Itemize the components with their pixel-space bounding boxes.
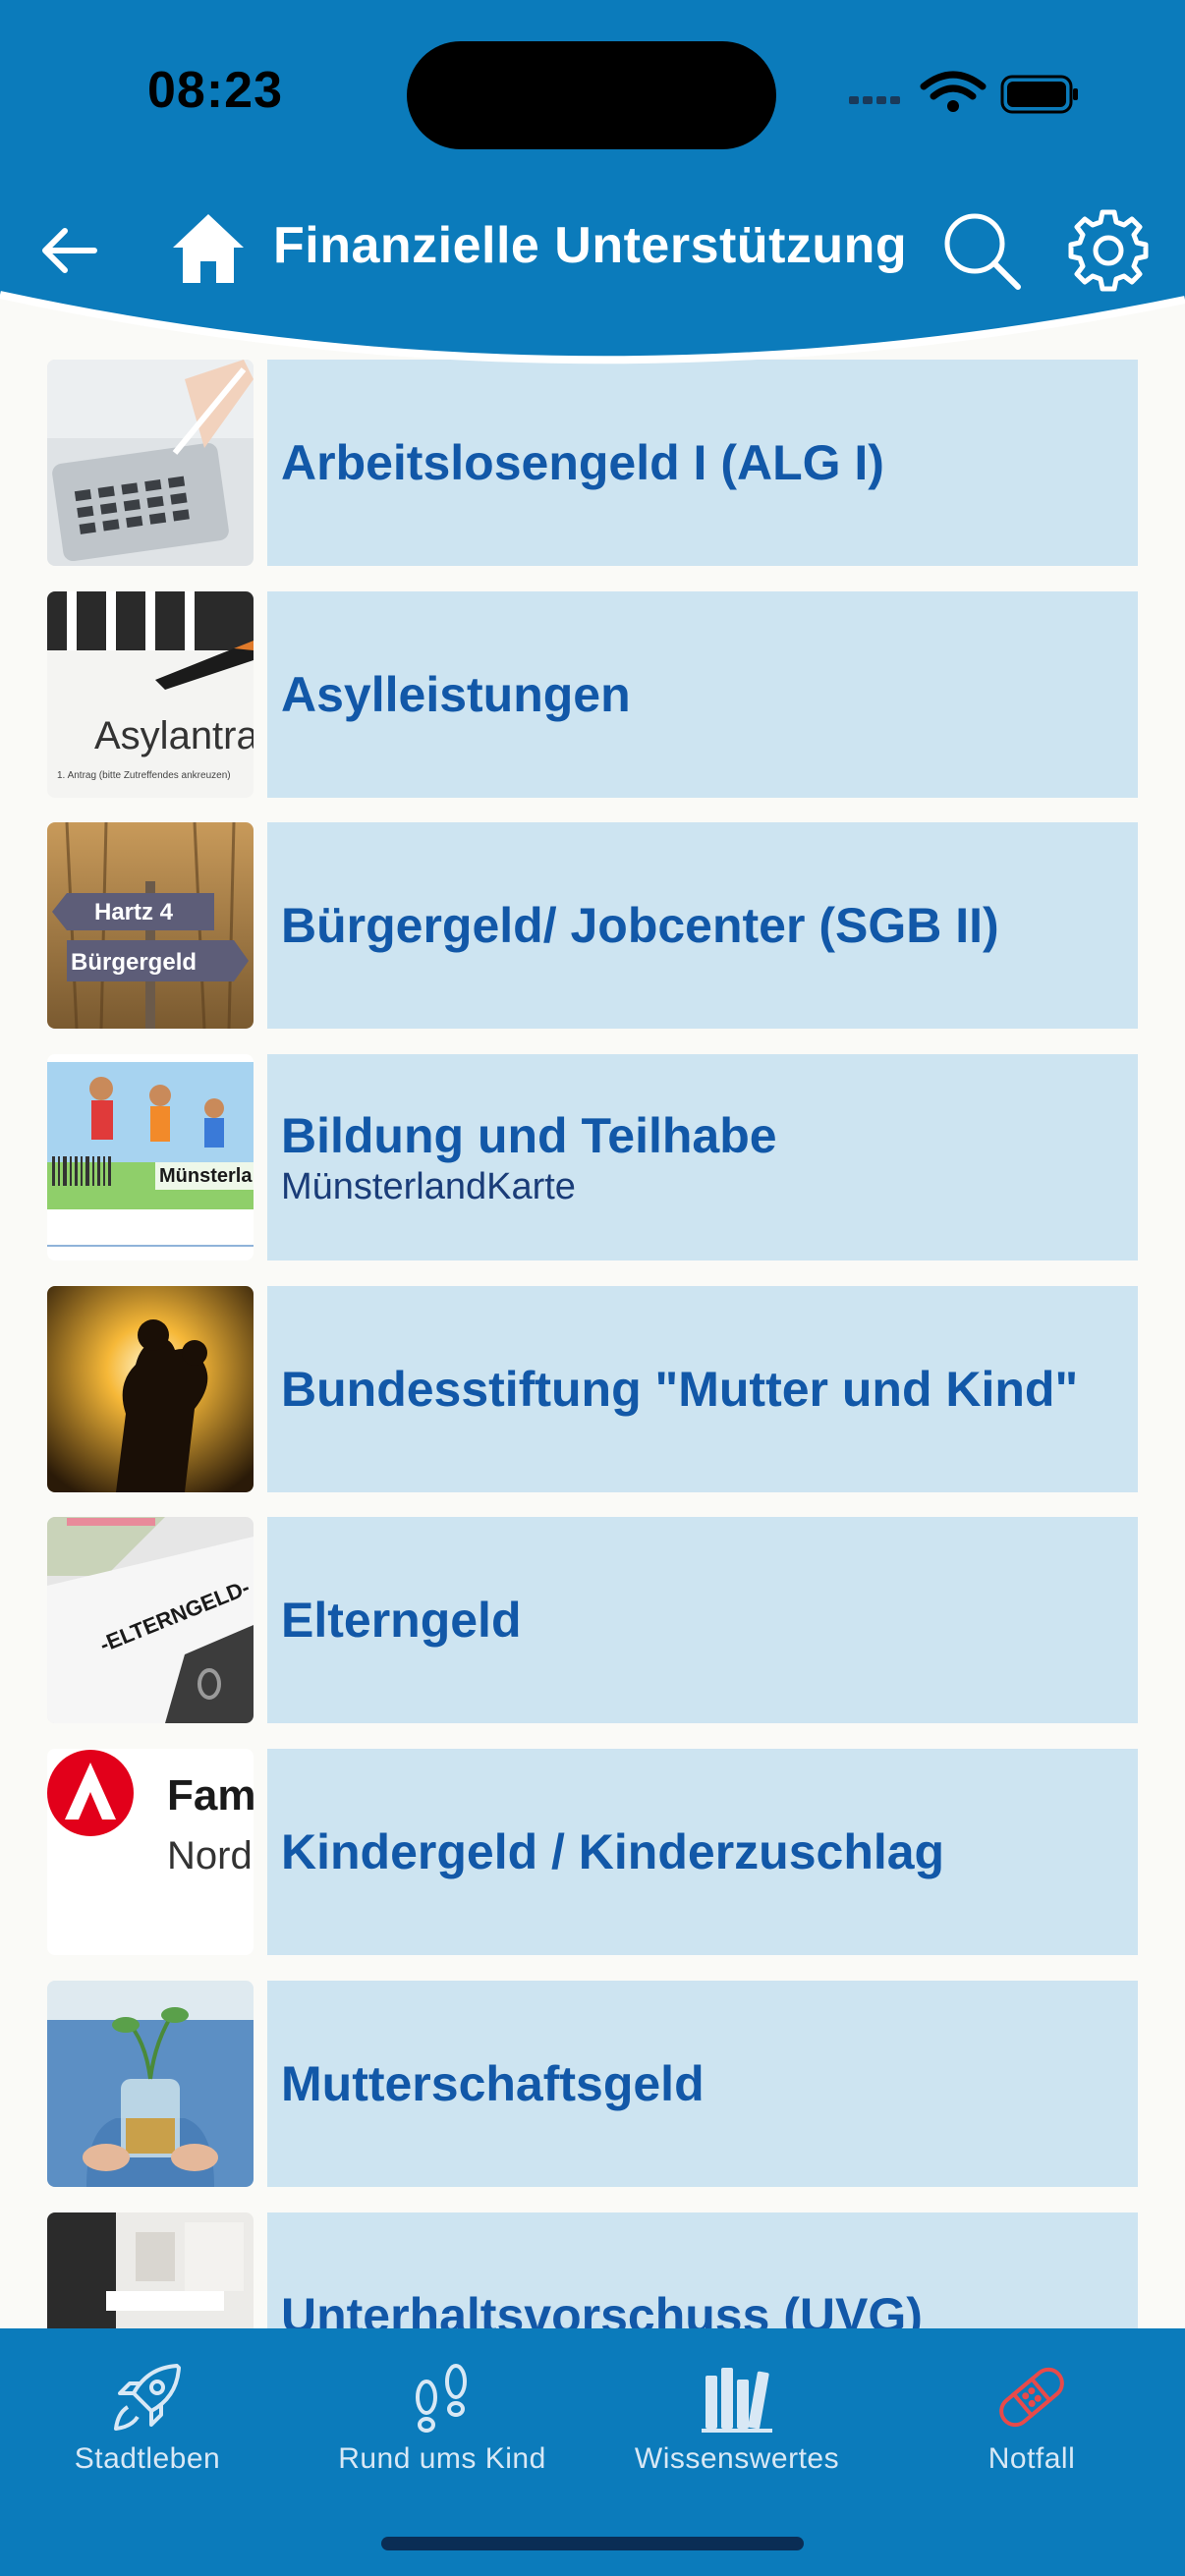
back-button[interactable] bbox=[35, 216, 104, 285]
list-item-kindergeld[interactable]: Fam Nord Kindergeld / Kinderzuschlag bbox=[47, 1749, 1138, 1955]
list-item-elterngeld[interactable]: -ELTERNGELD- Elterngeld bbox=[47, 1517, 1138, 1723]
wifi-icon bbox=[920, 71, 987, 112]
list-item-title: Elterngeld bbox=[281, 1593, 522, 1648]
tab-label: Wissenswertes bbox=[634, 2442, 840, 2475]
list-item-label[interactable]: Bundesstiftung "Mutter und Kind" bbox=[267, 1286, 1138, 1492]
home-indicator[interactable] bbox=[381, 2537, 804, 2550]
home-icon bbox=[173, 214, 244, 283]
list-item-label[interactable]: Bildung und Teilhabe MünsterlandKarte bbox=[267, 1054, 1138, 1260]
signpost-photo: Hartz 4 Bürgergeld bbox=[47, 822, 254, 1029]
status-icons bbox=[845, 69, 1081, 118]
app-header: 08:23 Finanzielle Unterstützung bbox=[0, 0, 1185, 393]
tab-label: Notfall bbox=[988, 2442, 1076, 2475]
footprints-icon bbox=[416, 2364, 467, 2433]
list-item-label[interactable]: Unterhaltsvorschuss (UVG) bbox=[267, 2212, 1138, 2328]
list-item-unterhaltsvorschuss[interactable]: Unterhaltsvorschuss (UVG) bbox=[47, 2212, 1138, 2328]
status-time: 08:23 bbox=[147, 62, 283, 119]
coin-jar-photo bbox=[47, 1981, 254, 2187]
mother-child-sunset-photo bbox=[47, 1286, 254, 1492]
list-item-label[interactable]: Kindergeld / Kinderzuschlag bbox=[267, 1749, 1138, 1955]
search-icon bbox=[944, 213, 1021, 290]
elterngeld-document-photo: -ELTERNGELD- bbox=[47, 1517, 254, 1723]
list-item-title: Bildung und Teilhabe bbox=[281, 1107, 777, 1163]
list-item-title: Bürgergeld/ Jobcenter (SGB II) bbox=[281, 898, 999, 953]
page-title: Finanzielle Unterstützung bbox=[273, 217, 908, 274]
tab-label: Rund ums Kind bbox=[338, 2442, 546, 2475]
battery-icon bbox=[1000, 75, 1078, 114]
list-item-title: Bundesstiftung "Mutter und Kind" bbox=[281, 1362, 1079, 1417]
nav-bar: Finanzielle Unterstützung bbox=[0, 196, 1185, 305]
list-item-label[interactable]: Bürgergeld/ Jobcenter (SGB II) bbox=[267, 822, 1138, 1029]
rocket-icon bbox=[114, 2364, 181, 2431]
tab-label: Stadtleben bbox=[74, 2442, 221, 2475]
list-item-mutterschaftsgeld[interactable]: Mutterschaftsgeld bbox=[47, 1981, 1138, 2187]
list-item-title: Unterhaltsvorschuss (UVG) bbox=[281, 2288, 923, 2328]
arrow-left-icon bbox=[42, 228, 97, 273]
list-item-bildung-teilhabe[interactable]: Münsterla Bildung und Teilhabe Münsterla… bbox=[47, 1054, 1138, 1260]
office-photo bbox=[47, 2212, 254, 2328]
home-button[interactable] bbox=[169, 208, 248, 287]
list-item-subtitle: MünsterlandKarte bbox=[281, 1165, 576, 1207]
tab-wissenswertes[interactable]: Wissenswertes bbox=[590, 2348, 884, 2495]
tab-rund-ums-kind[interactable]: Rund ums Kind bbox=[295, 2348, 590, 2495]
asylum-application-photo: Asylantra 1. Antrag (bitte Zutreffendes … bbox=[47, 591, 254, 798]
thumb-text: Asylantra bbox=[94, 714, 254, 757]
thumb-text-2: Bürgergeld bbox=[71, 949, 197, 976]
children-running-card: Münsterla bbox=[47, 1054, 254, 1260]
tab-notfall[interactable]: Notfall bbox=[884, 2348, 1179, 2495]
list-item-bundesstiftung[interactable]: Bundesstiftung "Mutter und Kind" bbox=[47, 1286, 1138, 1492]
list-item-label[interactable]: Mutterschaftsgeld bbox=[267, 1981, 1138, 2187]
thumb-text-1: Hartz 4 bbox=[94, 899, 174, 925]
thumb-text: Münsterla bbox=[159, 1165, 253, 1187]
thumb-small-text: 1. Antrag (bitte Zutreffendes ankreuzen) bbox=[57, 770, 231, 781]
thumb-text-2: Nord bbox=[167, 1834, 253, 1877]
books-icon bbox=[702, 2368, 772, 2433]
agency-logo: Fam Nord bbox=[47, 1749, 254, 1955]
settings-button[interactable] bbox=[1065, 206, 1152, 293]
tab-stadtleben[interactable]: Stadtleben bbox=[0, 2348, 295, 2495]
list-item-title: Mutterschaftsgeld bbox=[281, 2056, 705, 2111]
gear-icon bbox=[1068, 209, 1149, 292]
list-item-label[interactable]: Elterngeld bbox=[267, 1517, 1138, 1723]
bandage-icon bbox=[999, 2367, 1064, 2428]
list-item-title: Arbeitslosengeld I (ALG I) bbox=[281, 435, 884, 490]
list-item-title: Kindergeld / Kinderzuschlag bbox=[281, 1824, 945, 1879]
search-button[interactable] bbox=[939, 208, 1024, 293]
list-item-label[interactable]: Asylleistungen bbox=[267, 591, 1138, 798]
list-item-title: Asylleistungen bbox=[281, 667, 631, 722]
dynamic-island bbox=[407, 41, 776, 149]
signal-icon bbox=[849, 96, 900, 104]
list-item-asylleistungen[interactable]: Asylantra 1. Antrag (bitte Zutreffendes … bbox=[47, 591, 1138, 798]
thumb-text-1: Fam bbox=[167, 1771, 254, 1820]
list-item-buergergeld[interactable]: Hartz 4 Bürgergeld Bürgergeld/ Jobcenter… bbox=[47, 822, 1138, 1029]
